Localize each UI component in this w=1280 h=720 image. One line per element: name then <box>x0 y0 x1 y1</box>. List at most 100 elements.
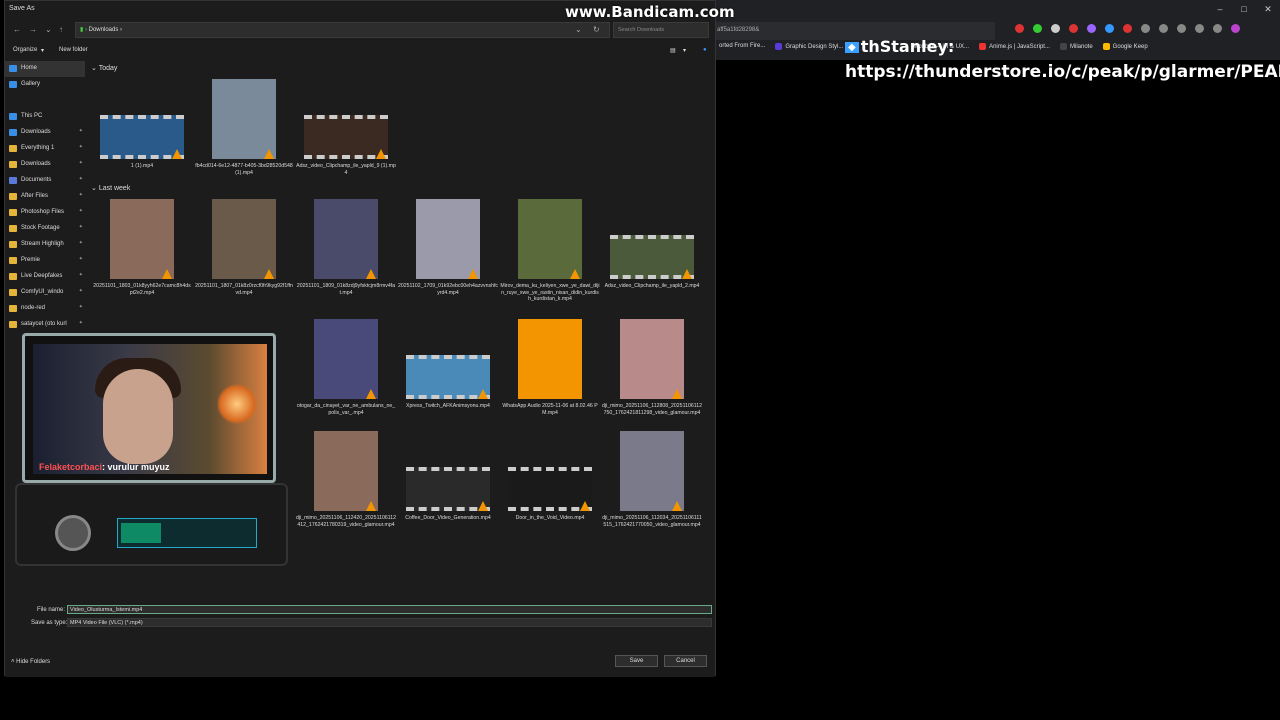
file-thumbnail <box>212 79 276 159</box>
file-item[interactable]: Adsz_video_Clipchamp_ile_yapld_2.mp4 <box>602 199 702 309</box>
save-type-select[interactable]: MP4 Video File (VLC) (*.mp4) <box>67 618 712 627</box>
sidebar-item[interactable]: Home <box>5 61 85 77</box>
vlc-icon <box>570 389 580 399</box>
vlc-icon <box>478 501 488 511</box>
search-input[interactable]: Search Downloads <box>613 22 709 38</box>
file-item[interactable]: 20251101_1807_01k8z0rzcf0fr9kyg92f1ffnvd… <box>194 199 294 309</box>
file-item[interactable]: 20251101_1803_01k8yyh62e7camc8h4dspt2e2.… <box>92 199 192 309</box>
view-chevron-icon[interactable]: ▾ <box>683 47 686 54</box>
file-name-input[interactable]: Video_Olusturma_Istemi.mp4 <box>67 605 712 614</box>
file-item[interactable]: Door_in_the_Void_Video.mp4 <box>500 431 600 541</box>
view-options-icon[interactable]: ▤ <box>670 47 676 54</box>
streamer-face <box>103 369 173 464</box>
file-item[interactable]: otogar_da_cinayet_var_ne_ambulans_ne_pol… <box>296 319 396 429</box>
sidebar-item[interactable]: Documents ✦ <box>5 173 85 189</box>
file-item[interactable]: Mirov_dema_ku_keliyen_xwe_ye_dawi_dijin_… <box>500 199 600 309</box>
sidebar-item[interactable]: Photoshop Files ✦ <box>5 205 85 221</box>
extension-icon[interactable] <box>1141 24 1150 33</box>
file-name: dji_mimo_20251106_112420_20251106112412_… <box>296 515 396 528</box>
extension-icon[interactable] <box>1033 24 1042 33</box>
extension-icon[interactable] <box>1015 24 1024 33</box>
sidebar-item[interactable]: After Files ✦ <box>5 189 85 205</box>
maximize-icon[interactable]: □ <box>1232 0 1256 18</box>
folder-icon <box>9 305 17 312</box>
file-name: dji_mimo_20251106_112034_20251106111515_… <box>602 515 702 528</box>
file-item[interactable]: 20251101_1809_01k8zdj9yfsktcjm8rmv4fat.m… <box>296 199 396 309</box>
file-thumbnail <box>314 431 378 511</box>
sidebar-item[interactable]: Live Deepfakes ✦ <box>5 269 85 285</box>
file-item[interactable]: dji_mimo_20251106_112034_20251106111515_… <box>602 431 702 541</box>
sidebar-item[interactable]: Stream Highligh ✦ <box>5 237 85 253</box>
extension-icon[interactable] <box>1051 24 1060 33</box>
pin-icon: ✦ <box>78 224 83 230</box>
help-icon[interactable]: ● <box>703 47 707 53</box>
bookmark-item[interactable]: Milanote <box>1059 43 1093 51</box>
breadcrumb-item[interactable]: Downloads <box>89 27 119 33</box>
sidebar-item-label: After Files <box>21 193 49 199</box>
file-name: Coffee_Door_Video_Generation.mp4 <box>405 515 491 521</box>
save-type-label: Save as type: <box>31 620 68 626</box>
vlc-icon <box>478 389 488 399</box>
organize-button[interactable]: Organize <box>13 47 37 53</box>
sidebar-item[interactable]: Downloads ✦ <box>5 157 85 173</box>
extension-icon[interactable] <box>1069 24 1078 33</box>
extension-icon[interactable] <box>1195 24 1204 33</box>
close-icon[interactable]: ✕ <box>1256 0 1280 18</box>
extension-icon[interactable] <box>1087 24 1096 33</box>
bookmark-item[interactable]: Anime.js | JavaScript... <box>979 43 1050 50</box>
recent-icon[interactable]: ⌄ <box>45 25 52 34</box>
sidebar-item[interactable]: Gallery <box>5 77 85 93</box>
file-thumbnail <box>304 115 388 159</box>
file-item[interactable]: 20251102_1709_01k92ebc00eh4azvvnshfcyrd4… <box>398 199 498 309</box>
sidebar-item[interactable]: node-red ✦ <box>5 301 85 317</box>
organize-chevron-icon[interactable]: ▾ <box>41 47 44 54</box>
chevron-down-icon[interactable]: ⌄ <box>575 25 582 34</box>
file-item[interactable]: 1 (1).mp4 <box>92 79 192 189</box>
save-button[interactable]: Save <box>615 655 658 667</box>
bookmark-label: Milanote <box>1069 44 1093 51</box>
chat-message: : vurulur muyuz <box>102 462 170 472</box>
pin-icon: ✦ <box>78 160 83 166</box>
sidebar-item[interactable]: Downloads ✦ <box>5 125 85 141</box>
sidebar-item-label: Downloads <box>21 129 51 135</box>
bookmark-item[interactable]: Graphic Design Styl... <box>775 43 843 50</box>
sidebar-item[interactable]: sataycet (oto kurl ✦ <box>5 317 85 333</box>
bookmark-item[interactable]: Google Keep <box>1102 43 1148 50</box>
file-thumbnail <box>406 355 490 399</box>
file-item[interactable]: Adsz_video_Clipchamp_ile_yapld_9 (1).mp4 <box>296 79 396 189</box>
cancel-button[interactable]: Cancel <box>664 655 707 667</box>
file-item[interactable]: WhatsApp Audio 2025-11-06 at 8.02.46 PM.… <box>500 319 600 429</box>
dialog-toolbar: Organize ▾ New folder ▤ ▾ ● <box>5 45 715 59</box>
new-folder-button[interactable]: New folder <box>59 47 88 53</box>
hide-folders-toggle[interactable]: ˄ Hide Folders <box>11 659 50 665</box>
breadcrumb[interactable]: ▮ › Downloads › <box>75 22 610 38</box>
sidebar-item[interactable]: This PC <box>5 109 85 125</box>
sidebar-item[interactable]: Stock Footage ✦ <box>5 221 85 237</box>
profile-avatar[interactable] <box>1231 24 1240 33</box>
file-item[interactable]: fb4cd014-6e12-4877-b405-3bd28520d548 (1)… <box>194 79 294 189</box>
file-thumbnail <box>212 199 276 279</box>
minimize-icon[interactable]: – <box>1208 0 1232 18</box>
file-item[interactable]: Xpress_Twitch_AFKAnimsyonu.mp4 <box>398 319 498 429</box>
file-item[interactable]: Coffee_Door_Video_Generation.mp4 <box>398 431 498 541</box>
extension-icon[interactable] <box>1177 24 1186 33</box>
file-item[interactable]: dji_mimo_20251106_112808_20251106112750_… <box>602 319 702 429</box>
back-icon[interactable]: ← <box>13 25 21 34</box>
extension-icon[interactable] <box>1213 24 1222 33</box>
extension-icon[interactable] <box>1159 24 1168 33</box>
webcam-feed <box>33 344 267 474</box>
sidebar-item[interactable]: ComfyUI_windo ✦ <box>5 285 85 301</box>
pin-icon: ✦ <box>78 208 83 214</box>
sidebar-item[interactable]: Premie ✦ <box>5 253 85 269</box>
bookmark-item[interactable]: orted From Fire... <box>719 43 765 50</box>
forward-icon[interactable]: → <box>29 25 37 34</box>
extension-icon[interactable] <box>1105 24 1114 33</box>
collapse-icon: ⌄ <box>91 65 99 72</box>
up-icon[interactable]: ↑ <box>59 25 63 34</box>
extension-icon[interactable] <box>1123 24 1132 33</box>
sidebar-item-label: node-red <box>21 305 46 311</box>
file-item[interactable]: dji_mimo_20251106_112420_20251106112412_… <box>296 431 396 541</box>
sidebar-item[interactable]: Everything 1 ✦ <box>5 141 85 157</box>
group-header-today[interactable]: ⌄ Today <box>91 64 117 72</box>
refresh-icon[interactable]: ↻ <box>593 25 600 34</box>
